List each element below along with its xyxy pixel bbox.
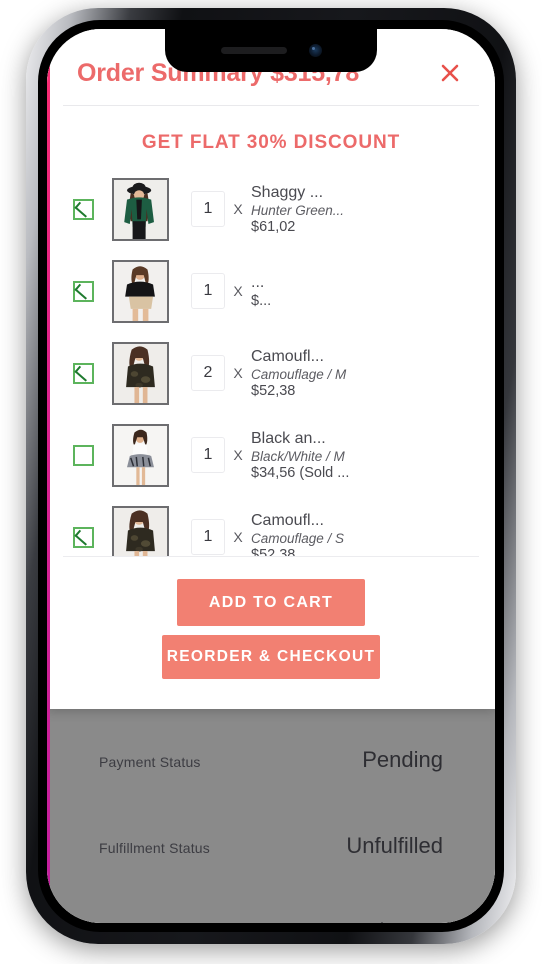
item-details: ... $... — [251, 274, 477, 309]
quantity-stepper[interactable] — [191, 355, 225, 391]
multiply-symbol: X — [233, 447, 243, 463]
camouflage-dress-thumbnail — [112, 505, 169, 556]
item-price: $52,38 — [251, 382, 296, 399]
cart-items-list: X Shaggy ... Hunter Green... $61,02 — [47, 168, 495, 556]
phone-screen: Payment Status Pending Fulfillment Statu… — [47, 29, 495, 923]
order-summary-modal: Order Summary $315,78 GET FLAT 30% DISCO… — [47, 29, 495, 709]
item-price: $... — [251, 292, 272, 309]
item-checkbox[interactable] — [73, 198, 94, 220]
item-title: ... — [251, 273, 265, 291]
quantity-stepper[interactable] — [191, 191, 225, 227]
fulfillment-status-label: Fulfillment Status — [99, 840, 210, 856]
total-value: $50,51 — [376, 919, 443, 923]
list-item[interactable]: X Camoufl... Camouflage / S $52,38 — [47, 496, 495, 556]
phone-device: Payment Status Pending Fulfillment Statu… — [26, 8, 516, 944]
item-details: Shaggy ... Hunter Green... $61,02 — [251, 184, 477, 235]
green-jacket-thumbnail — [112, 177, 169, 241]
item-title: Camoufl... — [251, 511, 324, 529]
item-variant: Camouflage / M — [251, 366, 347, 382]
list-item[interactable]: X Black an... Black/White / M $34,56 (So… — [47, 414, 495, 496]
item-details: Black an... Black/White / M $34,56 (Sold… — [251, 430, 477, 481]
earpiece-speaker-icon — [220, 47, 287, 54]
fulfillment-status-value: Unfulfilled — [346, 833, 443, 858]
payment-status-label: Payment Status — [99, 754, 201, 770]
multiply-symbol: X — [233, 365, 243, 381]
item-variant: Black/White / M — [251, 448, 345, 464]
background-status-row: Payment Status Pending — [99, 747, 443, 833]
item-details: Camoufl... Camouflage / S $52,38 — [251, 512, 477, 557]
item-checkbox[interactable] — [73, 526, 94, 548]
multiply-symbol: X — [233, 283, 243, 299]
front-camera-icon — [308, 44, 322, 57]
reorder-checkout-button[interactable]: REORDER & CHECKOUT — [162, 635, 380, 679]
discount-banner: GET FLAT 30% DISCOUNT — [141, 132, 401, 153]
quantity-stepper[interactable] — [191, 519, 225, 555]
background-status-list: Payment Status Pending Fulfillment Statu… — [47, 747, 495, 923]
quantity-stepper[interactable] — [191, 273, 225, 309]
item-title: Black an... — [251, 429, 326, 447]
item-title: Camoufl... — [251, 347, 324, 365]
item-details: Camoufl... Camouflage / M $52,38 — [251, 348, 477, 399]
phone-notch — [165, 29, 377, 72]
item-checkbox[interactable] — [73, 444, 94, 466]
black-off-shoulder-top-thumbnail — [112, 259, 169, 323]
list-item[interactable]: X Camoufl... Camouflage / M $52,38 — [47, 332, 495, 414]
item-checkbox[interactable] — [73, 362, 94, 384]
list-item[interactable]: X Shaggy ... Hunter Green... $61,02 — [47, 168, 495, 250]
item-price: $52,38 — [251, 546, 296, 557]
payment-status-value: Pending — [362, 747, 443, 772]
background-status-row: Total $50,51 — [99, 919, 443, 923]
multiply-symbol: X — [233, 201, 243, 217]
close-icon[interactable] — [433, 56, 467, 90]
black-white-skirt-thumbnail — [112, 423, 169, 487]
item-price: $61,02 — [251, 218, 296, 235]
item-checkbox[interactable] — [73, 280, 94, 302]
modal-actions: ADD TO CART REORDER & CHECKOUT — [47, 557, 495, 709]
quantity-stepper[interactable] — [191, 437, 225, 473]
item-variant: Hunter Green... — [251, 202, 345, 218]
camouflage-dress-thumbnail — [112, 341, 169, 405]
item-variant: Camouflage / S — [251, 530, 345, 546]
list-item[interactable]: X ... $... — [47, 250, 495, 332]
background-status-row: Fulfillment Status Unfulfilled — [99, 833, 443, 919]
phone-bezel: Payment Status Pending Fulfillment Statu… — [38, 20, 504, 932]
add-to-cart-button[interactable]: ADD TO CART — [177, 579, 365, 626]
item-title: Shaggy ... — [251, 183, 324, 201]
multiply-symbol: X — [233, 529, 243, 545]
item-price: $34,56 (Sold ... — [251, 464, 350, 481]
